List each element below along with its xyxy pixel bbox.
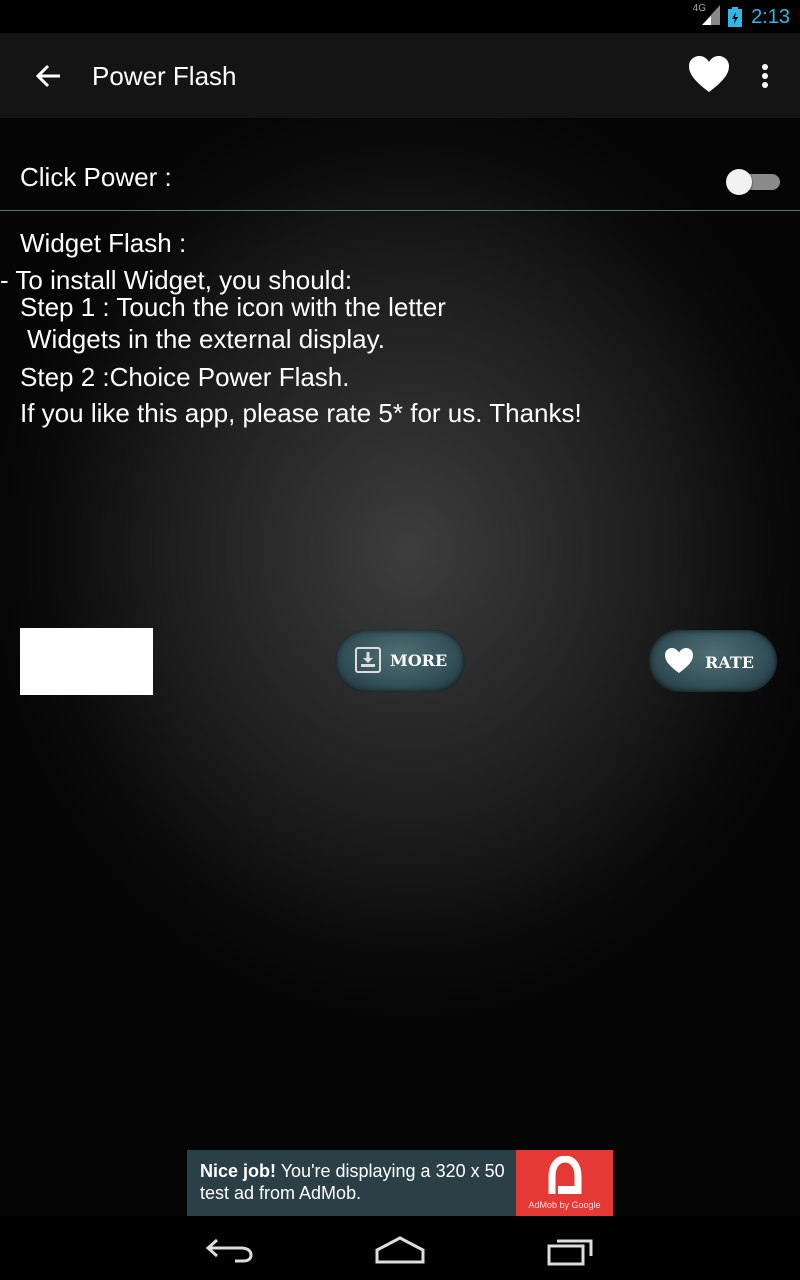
signal-icon [702,5,720,25]
ad-text: Nice job! You're displaying a 320 x 50 t… [200,1160,520,1204]
action-bar: Power Flash [0,33,800,118]
heart-icon [665,648,693,673]
admob-logo: AdMob by Google [516,1150,613,1216]
more-label: MORE [390,651,448,670]
back-arrow-icon[interactable] [34,61,64,91]
click-power-switch[interactable] [726,168,780,195]
more-button[interactable]: MORE [335,630,465,692]
nav-recents-icon[interactable] [547,1234,595,1266]
step-1-line-2: Widgets in the external display. [27,324,385,354]
step-2: Step 2 :Choice Power Flash. [20,362,350,392]
nav-back-icon[interactable] [205,1234,255,1264]
navigation-bar [0,1216,800,1280]
blank-image-placeholder [20,628,153,695]
heart-icon[interactable] [688,55,730,95]
click-power-label: Click Power : [20,162,172,192]
battery-charging-icon [728,7,742,27]
ad-headline: Nice job! [200,1161,277,1181]
nav-home-icon[interactable] [374,1236,426,1264]
rate-label: RATE [705,653,754,672]
ad-badge: AdMob by Google [528,1200,601,1210]
ad-banner[interactable]: Nice job! You're displaying a 320 x 50 t… [187,1150,613,1216]
overflow-menu-icon[interactable] [752,59,778,95]
download-icon [355,647,381,673]
app-title: Power Flash [92,61,237,91]
switch-thumb [726,169,752,195]
step-1-line-1: Step 1 : Touch the icon with the letter [20,292,446,322]
divider [0,210,800,211]
widget-flash-heading: Widget Flash : [20,228,187,258]
rate-request: If you like this app, please rate 5* for… [20,398,582,428]
status-bar: 4G 2:13 [0,0,800,33]
rate-button[interactable]: RATE [649,630,777,692]
admob-logo-icon [548,1156,582,1194]
app-screen: 4G 2:13 Power Flash Click Power : Widget… [0,0,800,1280]
clock: 2:13 [751,6,790,28]
